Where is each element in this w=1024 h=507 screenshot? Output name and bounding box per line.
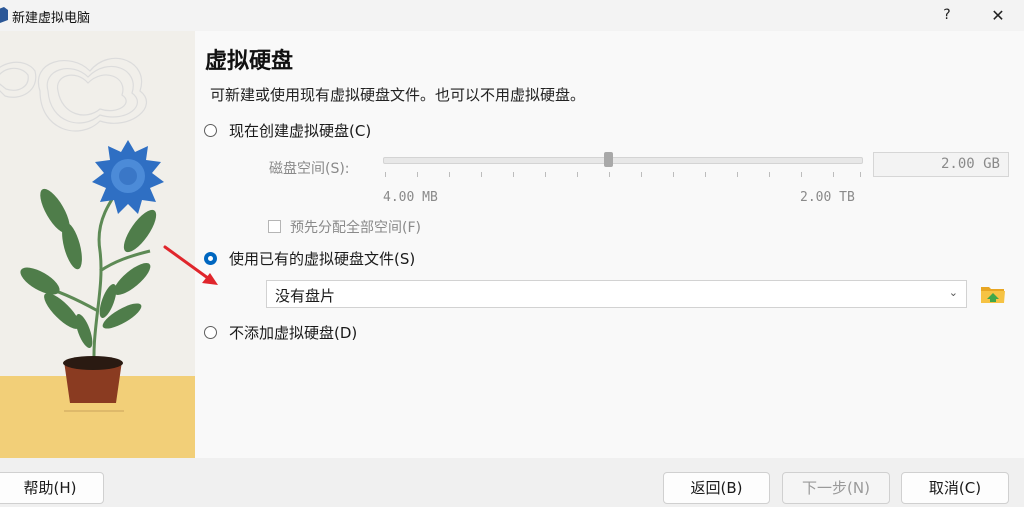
existing-disk-value: 没有盘片 <box>275 287 336 305</box>
no-disk-radio[interactable] <box>204 326 217 339</box>
use-existing-disk-label[interactable]: 使用已有的虚拟硬盘文件(S) <box>229 248 415 269</box>
close-icon[interactable]: ✕ <box>982 0 1014 31</box>
next-button[interactable]: 下一步(N) <box>782 472 890 504</box>
annotation-arrow <box>163 245 218 285</box>
create-disk-label[interactable]: 现在创建虚拟硬盘(C) <box>229 120 371 141</box>
disk-size-label: 磁盘空间(S): <box>269 161 350 177</box>
title-bar: 新建虚拟电脑 ? ✕ <box>0 0 1024 31</box>
disk-size-ticks <box>385 172 861 178</box>
disk-size-min-label: 4.00 MB <box>383 190 438 205</box>
page-subtitle: 可新建或使用现有虚拟硬盘文件。也可以不用虚拟硬盘。 <box>210 86 586 104</box>
create-disk-radio[interactable] <box>204 124 217 137</box>
cancel-button[interactable]: 取消(C) <box>901 472 1009 504</box>
help-icon[interactable]: ? <box>932 0 962 31</box>
no-disk-label[interactable]: 不添加虚拟硬盘(D) <box>229 322 357 343</box>
footer: 帮助(H) 返回(B) 下一步(N) 取消(C) <box>0 458 1024 507</box>
content-panel: 虚拟硬盘 可新建或使用现有虚拟硬盘文件。也可以不用虚拟硬盘。 现在创建虚拟硬盘(… <box>195 31 1024 458</box>
virtualbox-icon <box>0 7 8 23</box>
disk-size-field[interactable]: 2.00 GB <box>873 152 1009 177</box>
chevron-down-icon[interactable]: ⌄ <box>949 286 958 299</box>
folder-icon[interactable] <box>980 282 1006 306</box>
disk-size-max-label: 2.00 TB <box>800 190 855 205</box>
existing-disk-select[interactable]: 没有盘片 ⌄ <box>266 280 967 308</box>
help-button[interactable]: 帮助(H) <box>0 472 104 504</box>
window-title: 新建虚拟电脑 <box>12 11 91 26</box>
disk-size-slider-handle[interactable] <box>604 152 613 167</box>
disk-size-slider[interactable] <box>383 157 863 164</box>
preallocate-checkbox[interactable] <box>268 220 281 233</box>
page-title: 虚拟硬盘 <box>205 49 294 74</box>
preallocate-label[interactable]: 预先分配全部空间(F) <box>290 217 421 237</box>
back-button[interactable]: 返回(B) <box>663 472 770 504</box>
